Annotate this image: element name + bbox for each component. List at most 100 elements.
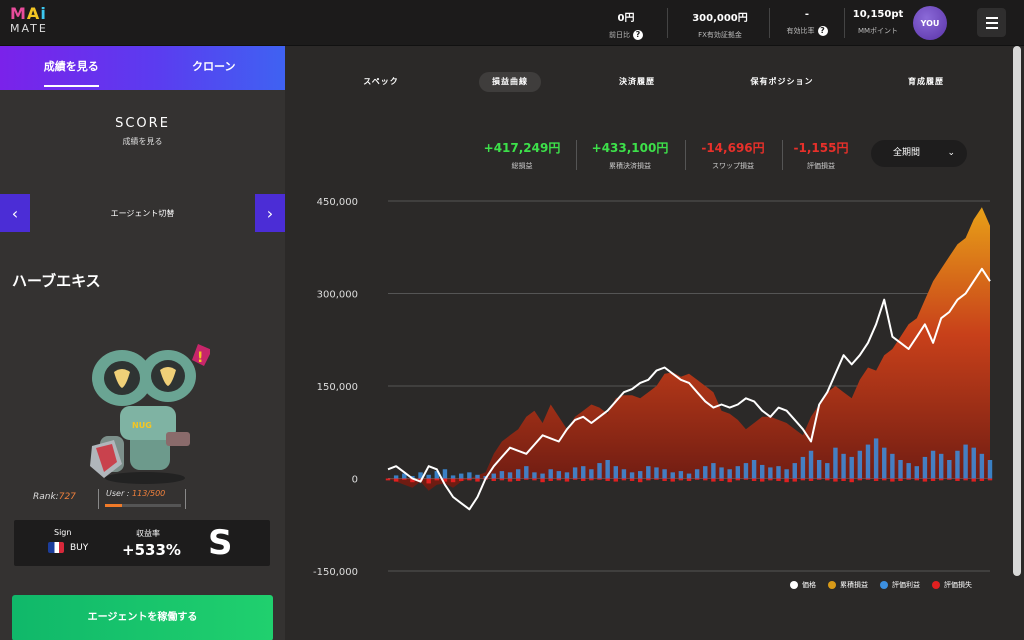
- tab-pnl-curve[interactable]: 損益曲線: [479, 72, 541, 92]
- tab-spec[interactable]: スペック: [350, 72, 411, 92]
- unrealized-profit-bar: [459, 473, 464, 479]
- unrealized-loss-bar: [540, 478, 545, 483]
- unrealized-loss-bar: [646, 478, 651, 481]
- period-select[interactable]: 全期間 ⌄: [871, 140, 967, 167]
- unrealized-loss-bar: [743, 478, 749, 480]
- rank: Rank:727: [33, 492, 76, 502]
- help-icon[interactable]: ?: [633, 30, 643, 40]
- run-agent-button[interactable]: エージェントを稼働する: [12, 595, 273, 640]
- score-subtitle[interactable]: 成績を見る: [0, 136, 285, 147]
- stat-margin: 300,000円 FX有効証拠金: [680, 9, 760, 40]
- unrealized-profit-bar: [857, 450, 863, 479]
- stat-label: 前日比: [609, 31, 630, 39]
- unrealized-profit-bar: [572, 467, 578, 479]
- unrealized-loss-bar: [727, 478, 732, 483]
- kpi-label: スワップ損益: [711, 162, 754, 170]
- legend-dot-icon: [932, 581, 940, 589]
- unrealized-loss-bar: [922, 478, 928, 482]
- user-progress-fill: [105, 504, 123, 507]
- unrealized-profit-bar: [564, 472, 570, 479]
- unrealized-profit-bar: [548, 469, 553, 479]
- stat-label: FX有効証拠金: [698, 31, 742, 39]
- unrealized-profit-bar: [768, 467, 773, 479]
- divider: [685, 140, 686, 170]
- kpi-label: 累積決済損益: [609, 162, 651, 170]
- unrealized-profit-bar: [613, 466, 618, 479]
- user-count-value: 113/500: [132, 489, 166, 498]
- unrealized-loss-bar: [459, 478, 464, 481]
- kpi-value: +417,249円: [483, 141, 561, 155]
- unrealized-profit-bar: [605, 460, 610, 479]
- hamburger-menu-button[interactable]: [977, 8, 1006, 37]
- unrealized-loss-bar: [581, 478, 586, 481]
- unrealized-loss-bar: [605, 478, 610, 481]
- unrealized-profit-bar: [694, 469, 700, 479]
- unrealized-loss-bar: [662, 478, 667, 481]
- unrealized-loss-bar: [532, 478, 537, 481]
- divider: [782, 140, 783, 170]
- unrealized-loss-bar: [654, 478, 659, 480]
- stat-points: 10,150pt MMポイント: [852, 9, 904, 36]
- unrealized-profit-bar: [597, 463, 602, 479]
- unrealized-loss-bar: [808, 478, 814, 481]
- unrealized-loss-bar: [987, 478, 993, 481]
- tab-positions[interactable]: 保有ポジション: [738, 72, 827, 92]
- tab-results[interactable]: 成績を見る: [0, 46, 143, 90]
- unrealized-loss-bar: [865, 478, 871, 480]
- unrealized-loss-bar: [816, 478, 822, 480]
- unrealized-profit-bar: [808, 450, 814, 479]
- unrealized-loss-bar: [792, 478, 797, 482]
- unrealized-profit-bar: [662, 469, 667, 479]
- legend-label: 累積損益: [840, 581, 868, 589]
- unrealized-loss-bar: [564, 478, 570, 482]
- unrealized-loss-bar: [385, 478, 391, 481]
- help-icon[interactable]: ?: [817, 26, 828, 36]
- svg-text:!: !: [197, 350, 203, 366]
- unrealized-loss-bar: [426, 478, 431, 484]
- y-tick-label: 300,000: [317, 290, 358, 301]
- kpi-value: +433,100円: [591, 141, 669, 155]
- chart-legend: 価格 累積損益 評価利益 評価損失: [790, 580, 972, 590]
- unrealized-profit-bar: [581, 466, 586, 479]
- y-tick-label: 0: [352, 475, 358, 486]
- next-agent-button[interactable]: ›: [255, 194, 285, 232]
- tab-clone[interactable]: クローン: [143, 46, 286, 90]
- unrealized-loss-bar: [703, 478, 708, 481]
- unrealized-profit-bar: [735, 466, 741, 479]
- unrealized-profit-bar: [890, 453, 895, 479]
- unrealized-profit-bar: [873, 438, 879, 479]
- unrealized-loss-bar: [556, 478, 562, 481]
- unrealized-loss-bar: [694, 478, 700, 480]
- user-avatar[interactable]: YOU: [913, 6, 947, 40]
- unrealized-profit-bar: [637, 471, 643, 479]
- unrealized-profit-bar: [524, 466, 529, 479]
- unrealized-profit-bar: [703, 466, 708, 479]
- kpi-total-pnl: +417,249円 総損益: [484, 139, 561, 171]
- unrealized-profit-bar: [751, 460, 757, 479]
- unrealized-profit-bar: [914, 466, 919, 479]
- unrealized-loss-bar: [914, 478, 919, 481]
- unrealized-loss-bar: [637, 478, 643, 483]
- stat-value: -: [804, 9, 810, 20]
- divider: [667, 8, 668, 38]
- unrealized-loss-bar: [613, 478, 618, 482]
- page-scrollbar[interactable]: [1013, 46, 1021, 576]
- chevron-down-icon: ⌄: [947, 148, 955, 158]
- app-logo[interactable]: MAi MATE: [10, 6, 48, 36]
- unrealized-profit-bar: [971, 447, 976, 479]
- unrealized-loss-bar: [548, 478, 553, 481]
- unrealized-profit-bar: [760, 464, 765, 479]
- unrealized-loss-bar: [930, 478, 936, 481]
- tab-training-history[interactable]: 育成履歴: [895, 72, 957, 92]
- stat-effective-ratio: - 有効比率?: [780, 9, 834, 36]
- sign-panel: Sign BUY 収益率 +533% S: [14, 520, 270, 566]
- agent-robot-image: ! NUG: [90, 344, 210, 484]
- unrealized-loss-bar: [434, 478, 440, 481]
- currency-flag-icon: [48, 542, 64, 553]
- unrealized-loss-bar: [467, 478, 472, 481]
- return-label: 収益率: [136, 529, 160, 538]
- unrealized-profit-bar: [711, 463, 716, 479]
- unrealized-loss-bar: [735, 478, 741, 481]
- stat-value: 300,000円: [692, 13, 748, 24]
- tab-settlement-history[interactable]: 決済履歴: [606, 72, 668, 92]
